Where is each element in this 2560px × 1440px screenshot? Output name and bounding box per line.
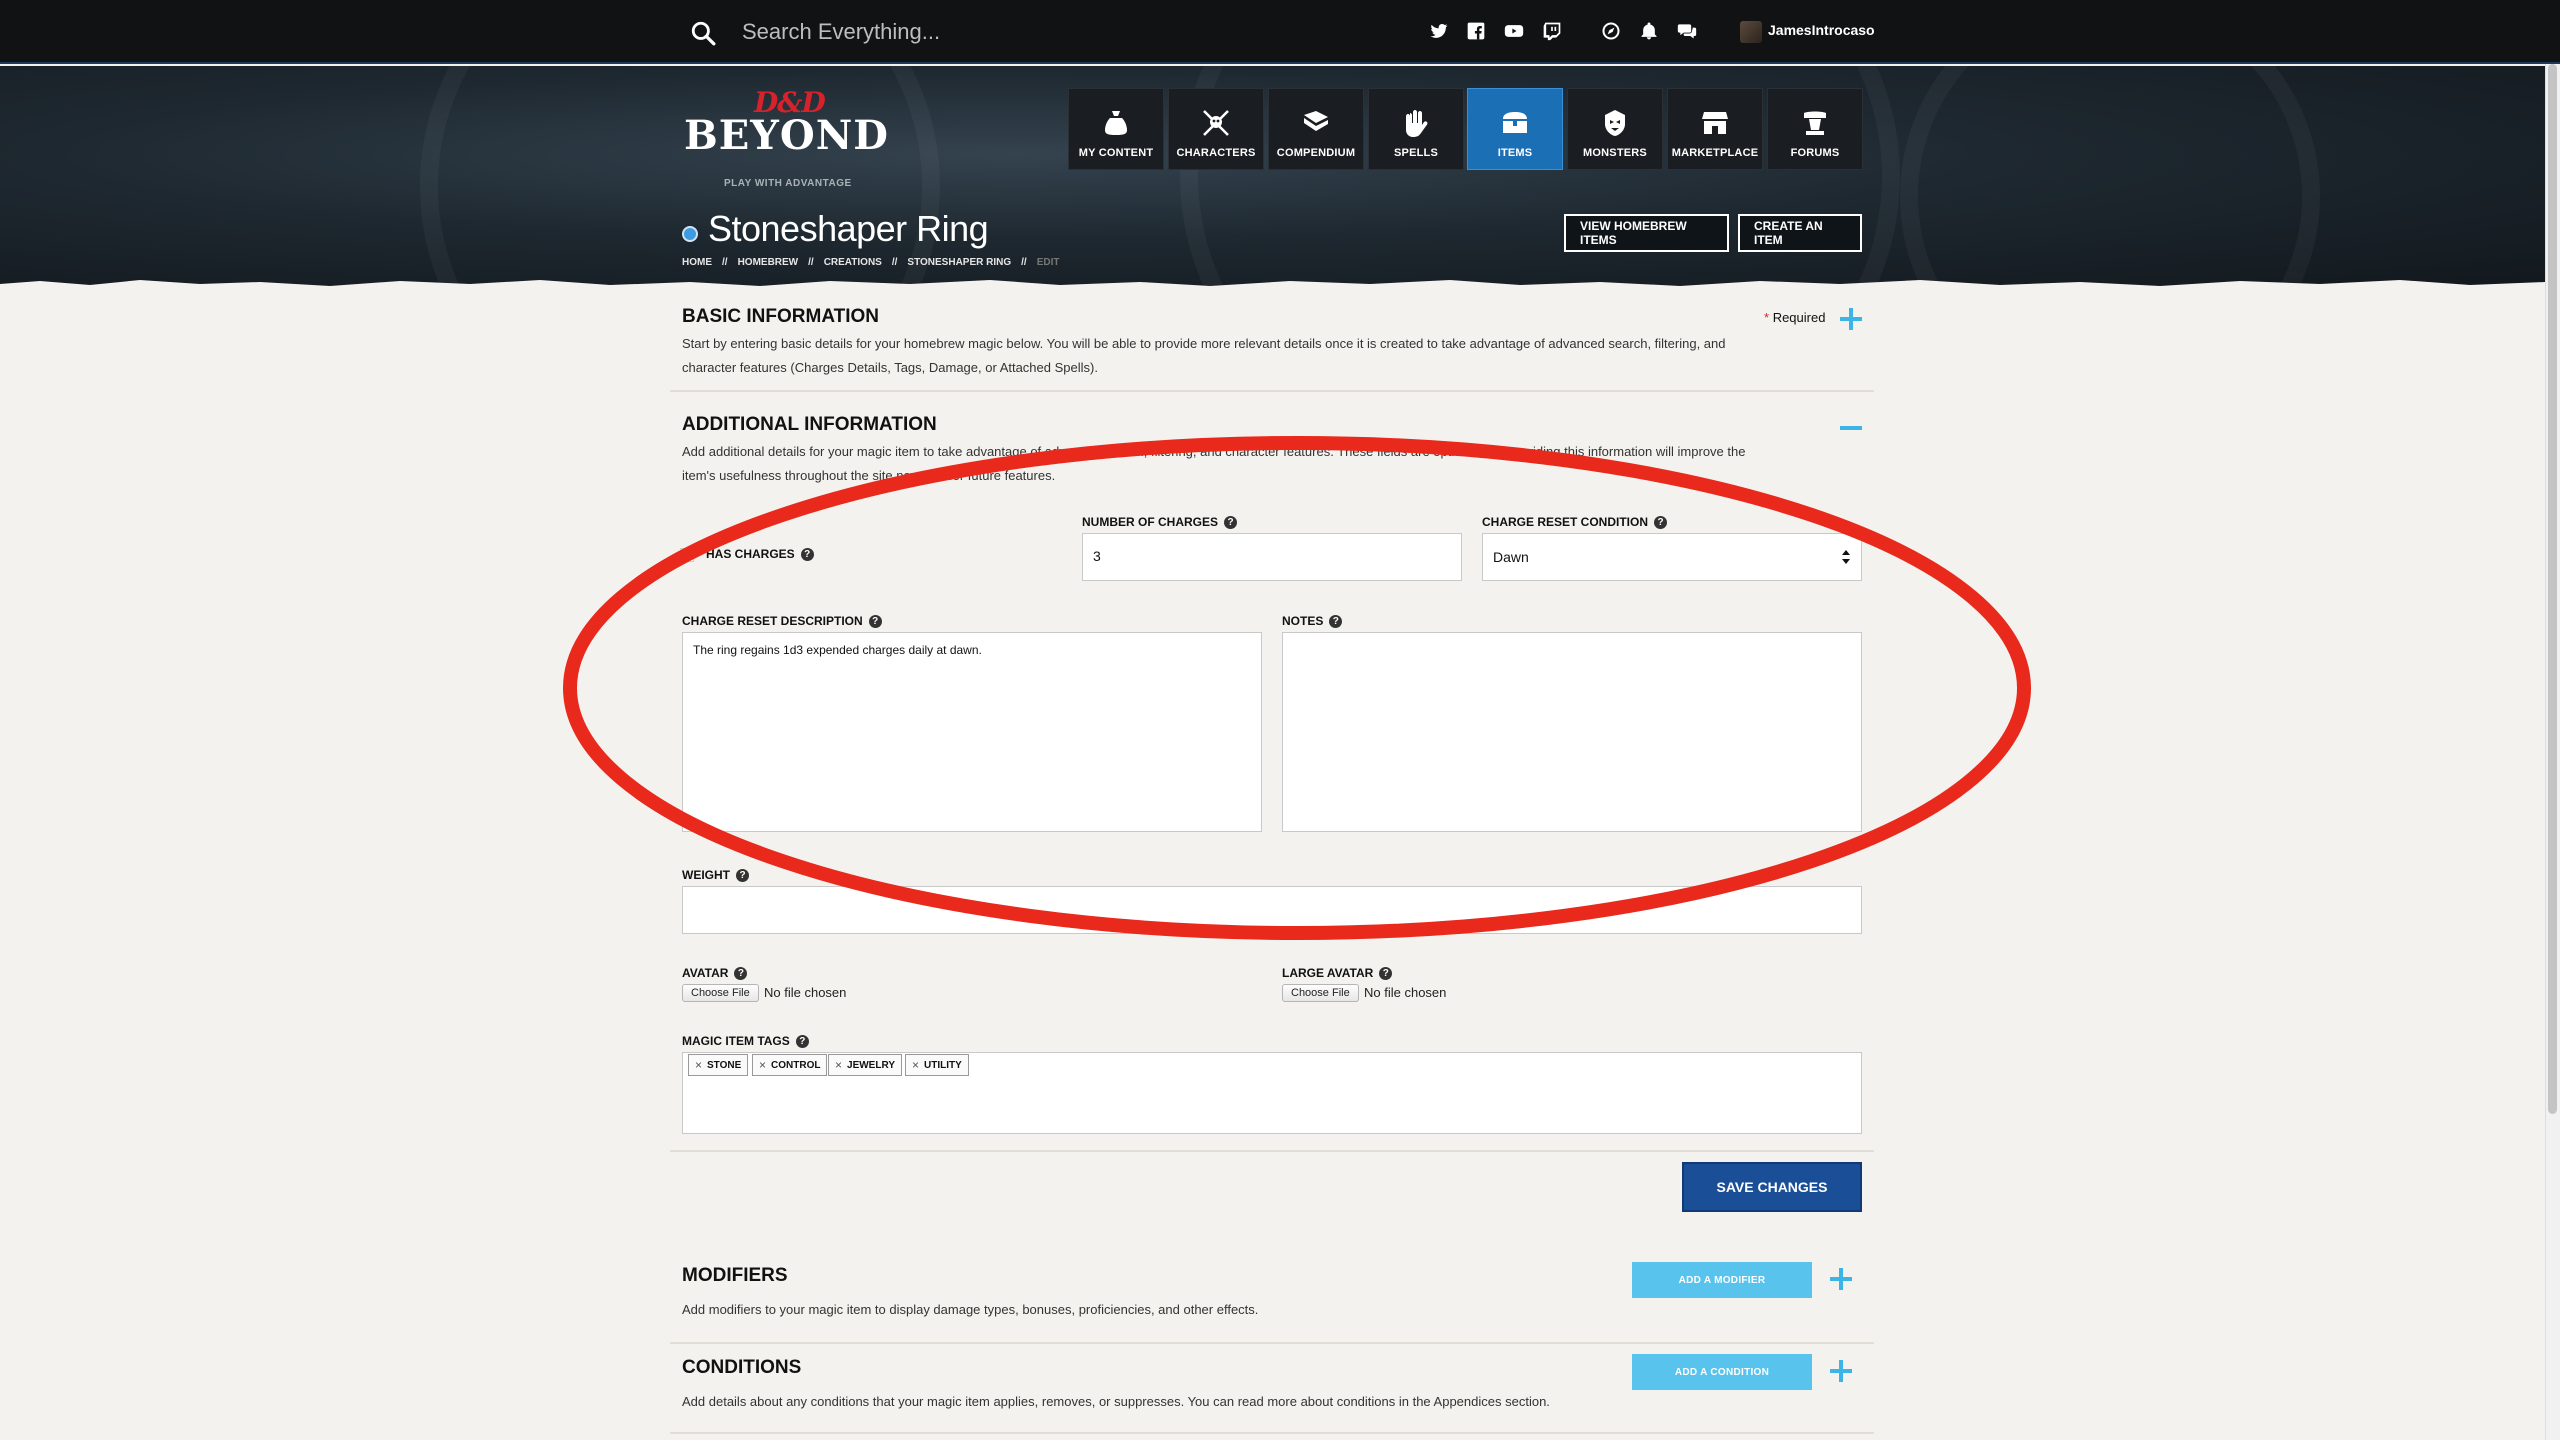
conditions-description: Add details about any conditions that yo… — [682, 1394, 1550, 1409]
tags-text: MAGIC ITEM TAGS — [682, 1034, 790, 1048]
tag-chip[interactable]: × STONE — [688, 1054, 749, 1076]
avatar-file-status: No file chosen — [764, 985, 847, 1000]
monster-head-icon — [1605, 110, 1625, 136]
avatar-text: AVATAR — [682, 966, 729, 980]
large-avatar-text: LARGE AVATAR — [1282, 966, 1374, 980]
add-modifier-plus-icon[interactable] — [1830, 1268, 1852, 1290]
annotation-oval — [563, 436, 2031, 940]
chest-icon — [1503, 112, 1527, 133]
twitter-icon[interactable] — [1428, 20, 1450, 42]
nav-monsters[interactable]: MONSTERS — [1567, 88, 1663, 170]
add-condition-plus-icon[interactable] — [1830, 1360, 1852, 1382]
nav-compendium[interactable]: COMPENDIUM — [1268, 88, 1364, 170]
username[interactable]: JamesIntrocaso — [1768, 22, 1875, 38]
modifiers-description: Add modifiers to your magic item to disp… — [682, 1302, 1259, 1317]
create-item-button[interactable]: CREATE AN ITEM — [1738, 214, 1862, 252]
required-label: Required — [1772, 310, 1826, 325]
remove-tag-icon[interactable]: × — [912, 1058, 919, 1072]
tag-label: STONE — [707, 1059, 742, 1071]
breadcrumb-current: EDIT — [1036, 257, 1060, 268]
compass-icon[interactable] — [1600, 20, 1622, 42]
large-avatar-file-status: No file chosen — [1364, 985, 1447, 1000]
basic-info-heading: BASIC INFORMATION — [682, 306, 880, 327]
facebook-icon[interactable] — [1465, 20, 1487, 42]
section-divider — [670, 390, 1874, 392]
tag-chip[interactable]: × JEWELRY — [828, 1054, 902, 1076]
nav-label: MY CONTENT — [1078, 147, 1154, 159]
scrollbar-thumb[interactable] — [2548, 64, 2557, 1114]
breadcrumb-homebrew[interactable]: HOMEBREW — [738, 257, 799, 268]
nav-my-content[interactable]: MY CONTENT — [1068, 88, 1164, 170]
bell-icon[interactable] — [1638, 20, 1660, 42]
nav-label: ITEMS — [1497, 147, 1533, 159]
tag-chip[interactable]: × CONTROL — [752, 1054, 828, 1076]
modifiers-heading: MODIFIERS — [682, 1265, 788, 1286]
nav-label: COMPENDIUM — [1276, 147, 1356, 159]
add-condition-button[interactable]: ADD A CONDITION — [1632, 1354, 1812, 1390]
header-banner: D&D BEYOND PLAY WITH ADVANTAGE MY CONTEN… — [0, 66, 2545, 288]
tag-label: CONTROL — [771, 1059, 821, 1071]
breadcrumb: HOME // HOMEBREW // CREATIONS // STONESH… — [682, 257, 1060, 268]
nav-forums[interactable]: FORUMS — [1767, 88, 1863, 170]
help-icon[interactable]: ? — [734, 966, 748, 980]
top-bar: JamesIntrocaso — [0, 0, 2560, 64]
required-note: * Required — [1764, 310, 1826, 325]
view-homebrew-items-button[interactable]: VIEW HOMEBREW ITEMS — [1564, 214, 1729, 252]
crossed-swords-skull-icon — [1203, 110, 1229, 136]
torn-edge-divider — [0, 280, 2545, 288]
tag-label: UTILITY — [924, 1059, 962, 1071]
logo-tagline: PLAY WITH ADVANTAGE — [724, 178, 852, 189]
section-divider — [670, 1150, 1874, 1152]
expand-plus-icon[interactable] — [1840, 308, 1862, 330]
breadcrumb-creations[interactable]: CREATIONS — [824, 257, 882, 268]
conditions-heading: CONDITIONS — [682, 1357, 802, 1378]
nav-spells[interactable]: SPELLS — [1368, 88, 1464, 170]
dndbeyond-logo[interactable]: D&D BEYOND PLAY WITH ADVANTAGE — [684, 86, 904, 189]
large-avatar-label: LARGE AVATAR ? — [1282, 966, 1393, 980]
page-title: Stoneshaper Ring — [708, 208, 989, 249]
youtube-icon[interactable] — [1503, 20, 1525, 42]
podium-icon — [1804, 111, 1826, 135]
avatar[interactable] — [1740, 21, 1762, 43]
tag-label: JEWELRY — [847, 1059, 895, 1071]
basic-info-description: Start by entering basic details for your… — [682, 332, 1872, 380]
nav-label: MARKETPLACE — [1671, 147, 1759, 159]
book-icon — [1304, 111, 1328, 131]
homebrew-badge-icon — [682, 226, 698, 242]
nav-label: MONSTERS — [1583, 147, 1647, 159]
avatar-label: AVATAR ? — [682, 966, 748, 980]
search-icon[interactable] — [690, 20, 716, 46]
logo-wordmark: BEYOND — [684, 112, 889, 159]
avatar-choose-file-button[interactable]: Choose File — [682, 984, 759, 1002]
remove-tag-icon[interactable]: × — [759, 1058, 766, 1072]
chat-icon[interactable] — [1676, 20, 1698, 42]
basic-desc-line-2: character features (Charges Details, Tag… — [682, 360, 1098, 375]
hand-magic-icon — [1406, 110, 1428, 137]
storefront-icon — [1702, 112, 1728, 134]
nav-label: SPELLS — [1394, 147, 1438, 159]
remove-tag-icon[interactable]: × — [835, 1058, 842, 1072]
add-modifier-button[interactable]: ADD A MODIFIER — [1632, 1262, 1812, 1298]
breadcrumb-home[interactable]: HOME — [682, 257, 712, 268]
nav-items[interactable]: ITEMS — [1467, 88, 1563, 170]
nav-characters[interactable]: CHARACTERS — [1168, 88, 1264, 170]
section-divider — [670, 1432, 1874, 1434]
twitch-icon[interactable] — [1541, 20, 1563, 42]
large-avatar-choose-file-button[interactable]: Choose File — [1282, 984, 1359, 1002]
breadcrumb-item[interactable]: STONESHAPER RING — [907, 257, 1011, 268]
section-divider — [670, 1342, 1874, 1344]
bag-icon — [1105, 111, 1127, 135]
search-input[interactable] — [742, 14, 1342, 50]
tags-label: MAGIC ITEM TAGS ? — [682, 1034, 809, 1048]
save-changes-button[interactable]: SAVE CHANGES — [1682, 1162, 1862, 1212]
tag-chip[interactable]: × UTILITY — [905, 1054, 969, 1076]
nav-marketplace[interactable]: MARKETPLACE — [1667, 88, 1763, 170]
help-icon[interactable]: ? — [795, 1034, 809, 1048]
remove-tag-icon[interactable]: × — [695, 1058, 702, 1072]
nav-label: FORUMS — [1790, 147, 1840, 159]
basic-desc-line-1: Start by entering basic details for your… — [682, 336, 1726, 351]
help-icon[interactable]: ? — [1379, 966, 1393, 980]
nav-label: CHARACTERS — [1176, 147, 1256, 159]
